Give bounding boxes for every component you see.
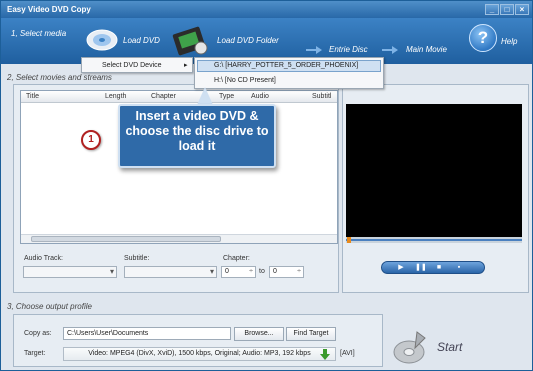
film-folder-icon[interactable] xyxy=(171,24,211,56)
load-dvd-folder-button[interactable]: Load DVD Folder xyxy=(217,36,279,45)
format-label: [AVI] xyxy=(340,350,355,357)
arrow-right-icon xyxy=(306,46,322,54)
play-button[interactable]: ▶ xyxy=(396,264,406,272)
snapshot-button[interactable]: ▪ xyxy=(454,264,464,272)
device-g-item[interactable]: G:\ [HARRY_POTTER_5_ORDER_PHOENIX] xyxy=(214,62,358,69)
start-disc-icon[interactable] xyxy=(391,328,431,366)
pause-button[interactable]: ❚❚ xyxy=(415,264,427,272)
subtitle-label: Subtitle: xyxy=(124,255,150,262)
chapter-label: Chapter: xyxy=(223,255,250,262)
callout-pointer xyxy=(197,87,213,105)
entire-disc-option[interactable]: Entrie Disc xyxy=(329,45,368,54)
horizontal-scrollbar[interactable] xyxy=(21,234,337,243)
help-button[interactable]: Help xyxy=(501,37,517,46)
dvd-disc-icon[interactable] xyxy=(85,25,119,51)
list-header: Title Length Chapter Type Audio Subtitl xyxy=(21,91,337,103)
column-header[interactable]: Subtitl xyxy=(312,93,331,100)
section2-label: 2, Select movies and streams xyxy=(7,73,112,82)
browse-button[interactable]: Browse... xyxy=(234,327,284,341)
seek-slider[interactable] xyxy=(346,237,522,243)
help-icon[interactable]: ? xyxy=(469,24,497,52)
video-preview xyxy=(346,104,522,237)
instruction-callout: Insert a video DVD & choose the disc dri… xyxy=(118,104,276,168)
find-target-button[interactable]: Find Target xyxy=(286,327,336,341)
submenu-arrow-icon: ▸ xyxy=(184,62,188,69)
maximize-button[interactable]: □ xyxy=(500,4,514,15)
chapter-to-input[interactable]: 0 xyxy=(269,266,304,278)
seek-track xyxy=(346,239,522,241)
column-header[interactable]: Title xyxy=(26,93,39,100)
copy-as-path-input[interactable]: C:\Users\User\Documents xyxy=(63,327,231,340)
dvd-device-submenu: G:\ [HARRY_POTTER_5_ORDER_PHOENIX] H:\ [… xyxy=(194,57,384,89)
close-button[interactable]: × xyxy=(515,4,529,15)
main-movie-option[interactable]: Main Movie xyxy=(406,45,447,54)
dropdown-arrow-icon[interactable] xyxy=(319,349,331,360)
seek-knob[interactable] xyxy=(347,237,351,243)
chapter-from-input[interactable]: 0 xyxy=(221,266,256,278)
step-number-badge: 1 xyxy=(81,130,101,150)
audio-track-label: Audio Track: xyxy=(24,255,63,262)
dvd-device-menu: Select DVD Device ▸ xyxy=(81,57,193,73)
app-window: Easy Video DVD Copy _ □ × 1, Select medi… xyxy=(0,0,533,371)
target-profile-select[interactable]: Video: MPEG4 (DivX, XviD), 1500 kbps, Or… xyxy=(63,347,336,361)
column-header[interactable]: Type xyxy=(219,93,234,100)
window-title: Easy Video DVD Copy xyxy=(7,5,91,14)
column-header[interactable]: Chapter xyxy=(151,93,176,100)
section3-label: 3, Choose output profile xyxy=(7,302,92,311)
player-controls: ▶ ❚❚ ■ ▪ xyxy=(381,261,485,274)
select-dvd-device-item[interactable]: Select DVD Device xyxy=(102,62,162,69)
scrollbar-thumb[interactable] xyxy=(31,236,221,242)
start-button[interactable]: Start xyxy=(437,340,462,354)
step1-label: 1, Select media xyxy=(11,29,67,38)
subtitle-select[interactable] xyxy=(124,266,217,278)
column-header[interactable]: Audio xyxy=(251,93,269,100)
audio-track-select[interactable] xyxy=(23,266,117,278)
stop-button[interactable]: ■ xyxy=(434,264,444,272)
target-label: Target: xyxy=(24,350,46,357)
minimize-button[interactable]: _ xyxy=(485,4,499,15)
copy-as-label: Copy as: xyxy=(24,330,52,337)
to-label: to xyxy=(259,268,265,275)
column-header[interactable]: Length xyxy=(105,93,126,100)
arrow-right-icon xyxy=(382,46,398,54)
device-h-item[interactable]: H:\ [No CD Present] xyxy=(214,77,276,84)
title-bar: Easy Video DVD Copy _ □ × xyxy=(1,1,532,18)
load-dvd-button[interactable]: Load DVD xyxy=(123,36,160,45)
